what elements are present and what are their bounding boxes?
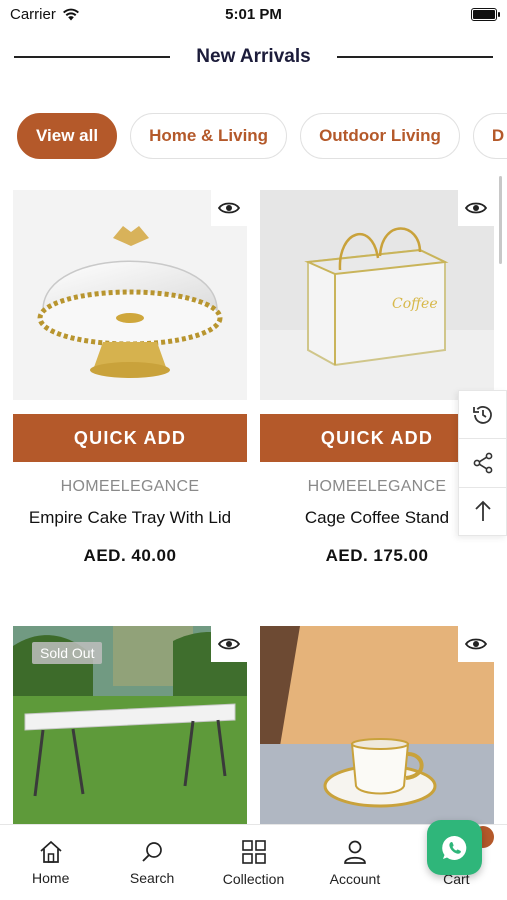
nav-search[interactable]: Search <box>101 825 202 900</box>
svg-text:Coffee: Coffee <box>392 296 438 312</box>
product-brand: HOMEELEGANCE <box>60 478 200 495</box>
eye-icon <box>218 202 240 214</box>
product-price: AED. 40.00 <box>83 546 177 565</box>
product-image[interactable] <box>260 626 494 826</box>
share-button[interactable] <box>459 439 506 488</box>
section-title: New Arrivals <box>196 46 311 67</box>
nav-collection-label: Collection <box>222 870 285 887</box>
category-pill-d[interactable]: D <box>472 113 507 159</box>
quick-view-button[interactable] <box>458 626 494 662</box>
status-bar: Carrier 5:01 PM <box>0 0 507 28</box>
grid-icon <box>241 839 266 864</box>
nav-account-label: Account <box>329 870 381 887</box>
divider-right <box>337 56 493 58</box>
eye-icon <box>465 202 487 214</box>
nav-home[interactable]: Home <box>0 825 101 900</box>
eye-icon <box>218 638 240 650</box>
nav-account[interactable]: Account <box>304 825 405 900</box>
product-image[interactable]: Coffee <box>260 190 494 400</box>
category-filter: View all Home & Living Outdoor Living D <box>17 113 507 159</box>
product-card[interactable]: QUICK ADD HOMEELEGANCE Empire Cake Tray … <box>13 190 247 566</box>
nav-collection[interactable]: Collection <box>203 825 304 900</box>
scroll-to-top-button[interactable] <box>459 488 506 535</box>
scroll-indicator[interactable] <box>499 176 502 264</box>
product-card[interactable] <box>260 626 494 826</box>
share-icon <box>473 452 492 474</box>
section-header: New Arrivals <box>0 40 507 74</box>
whatsapp-chat-button[interactable] <box>427 820 482 875</box>
product-image[interactable] <box>13 190 247 400</box>
search-icon <box>142 841 162 862</box>
user-icon <box>344 840 366 864</box>
product-card[interactable]: Sold Out <box>13 626 247 826</box>
category-pill-outdoor-living[interactable]: Outdoor Living <box>300 113 460 159</box>
quick-view-button[interactable] <box>211 190 247 226</box>
quick-view-button[interactable] <box>458 190 494 226</box>
product-image[interactable]: Sold Out <box>13 626 247 826</box>
quick-add-button[interactable]: QUICK ADD <box>13 414 247 462</box>
carrier-label: Carrier <box>10 5 56 23</box>
arrow-up-icon <box>474 501 491 522</box>
carrier-info: Carrier <box>10 6 80 23</box>
wifi-icon <box>62 8 79 20</box>
sold-out-badge: Sold Out <box>32 642 103 664</box>
history-icon <box>472 405 492 424</box>
whatsapp-icon <box>441 835 466 860</box>
category-pill-view-all[interactable]: View all <box>17 113 118 159</box>
recently-viewed-button[interactable] <box>459 391 506 440</box>
battery-icon <box>471 7 500 21</box>
category-pill-home-living[interactable]: Home & Living <box>130 113 288 159</box>
nav-home-label: Home <box>32 869 70 886</box>
nav-search-label: Search <box>129 869 175 886</box>
divider-left <box>14 56 170 58</box>
product-price: AED. 175.00 <box>325 546 429 565</box>
side-toolbar <box>458 390 507 536</box>
quick-view-button[interactable] <box>211 626 247 662</box>
home-icon <box>40 840 62 863</box>
eye-icon <box>465 638 487 650</box>
product-name[interactable]: Empire Cake Tray With Lid <box>13 508 247 528</box>
